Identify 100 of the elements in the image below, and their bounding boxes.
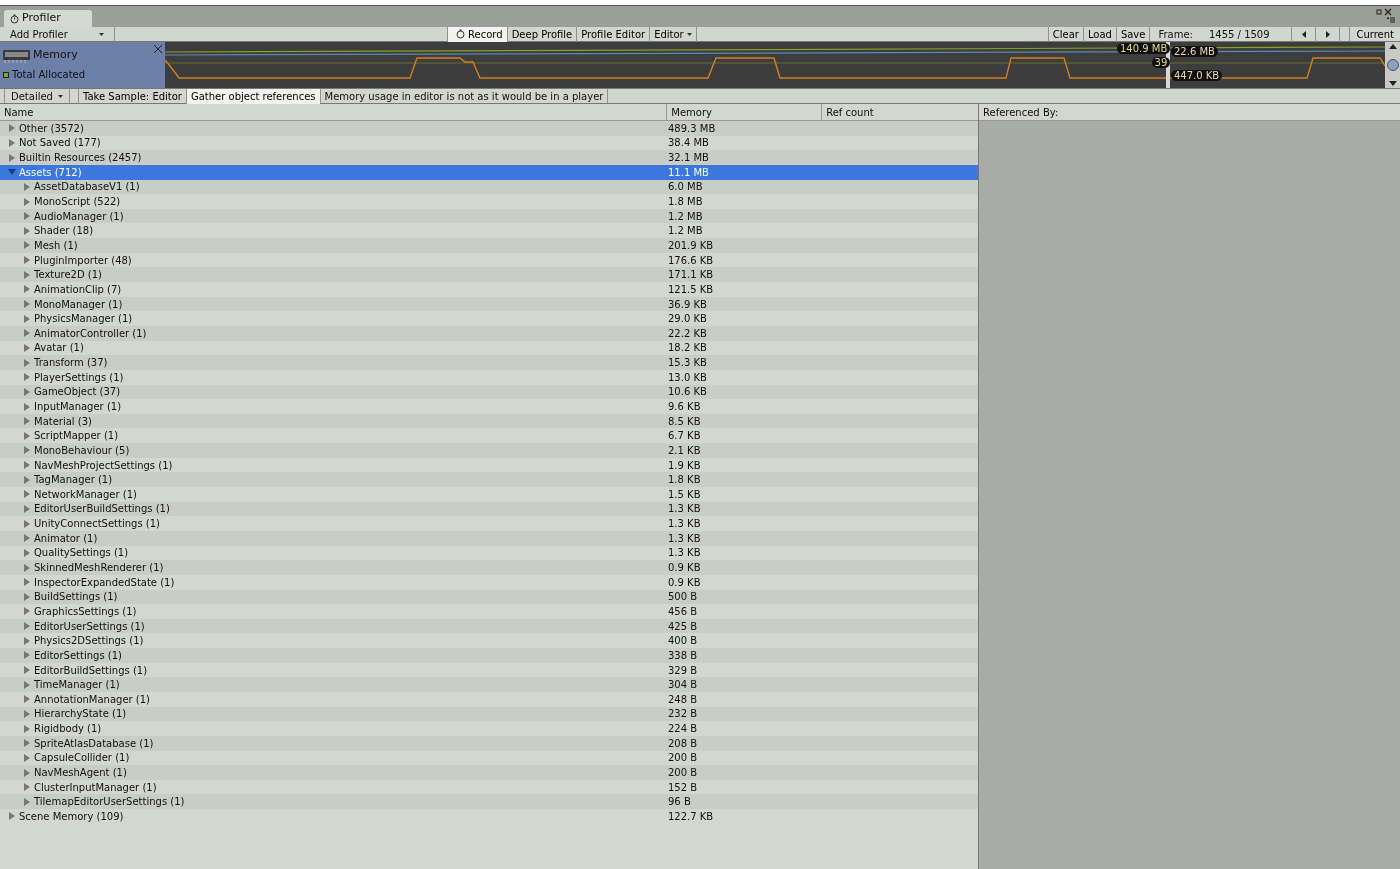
tree-row[interactable]: NavMeshAgent (1) 200 B — [0, 765, 978, 780]
expand-arrow-icon[interactable] — [23, 446, 31, 455]
expand-arrow-icon[interactable] — [23, 666, 31, 675]
expand-arrow-icon[interactable] — [23, 768, 31, 777]
toolbar-button[interactable]: Clear — [1047, 26, 1083, 42]
tree-row[interactable]: Transform (37) 15.3 KB — [0, 355, 978, 370]
tree-item-name: Animator (1) — [34, 531, 98, 546]
scroll-thumb[interactable] — [1386, 59, 1399, 71]
up-arrow-icon — [1388, 44, 1397, 49]
tree-row[interactable]: TimeManager (1) 304 B — [0, 677, 978, 692]
expand-arrow-icon[interactable] — [23, 270, 31, 279]
expand-arrow-icon[interactable] — [23, 636, 31, 645]
memory-cell-text: 9.6 KB — [668, 400, 701, 414]
expand-arrow-icon[interactable] — [23, 402, 31, 411]
caret-icon — [686, 32, 692, 36]
tree-row[interactable]: EditorSettings (1) 338 B — [0, 648, 978, 663]
memory-cell-text: 208 B — [668, 736, 698, 751]
tree-row[interactable]: Mesh (1) 201.9 KB — [0, 238, 978, 253]
toolbar-button[interactable]: Take Sample: Editor — [78, 88, 186, 104]
expand-arrow-icon[interactable] — [23, 358, 31, 367]
tree-row[interactable]: Texture2D (1) 171.1 KB — [0, 267, 978, 283]
expand-arrow-icon[interactable] — [23, 739, 31, 748]
expand-arrow-icon[interactable] — [23, 314, 31, 323]
window-tab[interactable]: Profiler — [4, 10, 92, 27]
collapse-arrow-icon[interactable] — [8, 168, 16, 177]
legend-label: Total Allocated — [12, 68, 86, 82]
expand-arrow-icon[interactable] — [23, 724, 31, 733]
expand-arrow-icon[interactable] — [23, 651, 31, 660]
expand-arrow-icon[interactable] — [23, 373, 31, 382]
tree-row[interactable]: MonoBehaviour (5) 2.1 KB — [0, 443, 978, 458]
tree-row[interactable]: TilemapEditorUserSettings (1) 96 B — [0, 794, 978, 810]
expand-arrow-icon[interactable] — [23, 212, 31, 221]
expand-arrow-icon[interactable] — [23, 182, 31, 191]
expand-arrow-icon[interactable] — [23, 519, 31, 528]
toolbar-button[interactable]: Profile Editor — [576, 26, 650, 42]
expand-arrow-icon[interactable] — [23, 592, 31, 601]
expand-arrow-icon[interactable] — [23, 607, 31, 616]
expand-arrow-icon[interactable] — [23, 490, 31, 499]
toolbar-button[interactable]: Save — [1115, 26, 1150, 42]
expand-arrow-icon[interactable] — [23, 461, 31, 470]
tree-item-name: Mesh (1) — [34, 238, 78, 253]
expand-arrow-icon[interactable] — [23, 256, 31, 265]
column-header[interactable]: Ref count — [822, 103, 978, 121]
memory-cell-text: 22.2 KB — [668, 326, 707, 341]
close-icon[interactable] — [154, 45, 162, 53]
toolbar-button[interactable]: Gather object references — [186, 88, 320, 104]
expand-arrow-icon[interactable] — [23, 285, 31, 294]
expand-arrow-icon[interactable] — [23, 695, 31, 704]
target-dropdown[interactable]: Editor — [649, 26, 696, 42]
expand-arrow-icon[interactable] — [23, 417, 31, 426]
expand-arrow-icon[interactable] — [23, 475, 31, 484]
tree-row[interactable]: Other (3572) 489.3 MB — [0, 121, 978, 136]
memory-cell-text: 32.1 MB — [668, 151, 709, 166]
tree-row[interactable]: Builtin Resources (2457) 32.1 MB — [0, 150, 978, 165]
tree-item-name: NetworkManager (1) — [34, 487, 137, 502]
toolbar-button[interactable]: Load — [1082, 26, 1116, 42]
expand-arrow-icon[interactable] — [8, 812, 16, 821]
expand-arrow-icon[interactable] — [23, 197, 31, 206]
expand-arrow-icon[interactable] — [23, 387, 31, 396]
memory-cell-text: 36.9 KB — [668, 297, 707, 312]
expand-arrow-icon[interactable] — [23, 343, 31, 352]
expand-arrow-icon[interactable] — [23, 241, 31, 250]
expand-arrow-icon[interactable] — [23, 431, 31, 440]
column-header[interactable]: Name — [0, 103, 668, 121]
expand-arrow-icon[interactable] — [23, 534, 31, 543]
memory-cell-text: 400 B — [668, 634, 698, 649]
expand-arrow-icon[interactable] — [23, 709, 31, 718]
expand-arrow-icon[interactable] — [23, 548, 31, 557]
memory-cell-text: 1.5 KB — [668, 487, 701, 502]
column-header[interactable]: Memory — [667, 103, 823, 121]
expand-arrow-icon[interactable] — [23, 797, 31, 806]
tree-item-name: BuildSettings (1) — [34, 590, 118, 605]
expand-arrow-icon[interactable] — [23, 226, 31, 235]
toolbar-button[interactable]: Deep Profile — [506, 26, 577, 42]
vertical-scrollbar[interactable] — [1385, 42, 1400, 88]
memory-cell-text: 338 B — [668, 648, 698, 663]
expand-arrow-icon[interactable] — [8, 138, 16, 147]
expand-arrow-icon[interactable] — [8, 153, 16, 162]
frame-counter: 1455 / 1509 — [1208, 27, 1270, 42]
tree-item-name: NavMeshProjectSettings (1) — [34, 458, 173, 473]
tree-item-name: AudioManager (1) — [34, 209, 124, 224]
memory-cell-text: 248 B — [668, 692, 698, 707]
expand-arrow-icon[interactable] — [23, 329, 31, 338]
tree-row[interactable]: TagManager (1) 1.8 KB — [0, 472, 978, 487]
view-mode-dropdown[interactable]: Detailed — [4, 89, 70, 103]
module-panel[interactable]: Memory Total Allocated — [0, 42, 165, 88]
current-frame-button[interactable]: Current — [1349, 26, 1400, 42]
window-controls-icon[interactable] — [1376, 8, 1396, 25]
expand-arrow-icon[interactable] — [23, 505, 31, 513]
expand-arrow-icon[interactable] — [23, 300, 31, 308]
expand-arrow-icon[interactable] — [23, 753, 31, 762]
expand-arrow-icon[interactable] — [23, 680, 31, 689]
expand-arrow-icon[interactable] — [23, 783, 31, 792]
tree-row[interactable]: SkinnedMeshRenderer (1) 0.9 KB — [0, 560, 978, 575]
expand-arrow-icon[interactable] — [23, 578, 31, 587]
memory-cell-text: 2.1 KB — [668, 443, 701, 458]
add-profiler-dropdown[interactable]: Add Profiler — [0, 26, 115, 42]
expand-arrow-icon[interactable] — [23, 563, 31, 572]
expand-arrow-icon[interactable] — [23, 622, 31, 631]
expand-arrow-icon[interactable] — [8, 124, 16, 133]
